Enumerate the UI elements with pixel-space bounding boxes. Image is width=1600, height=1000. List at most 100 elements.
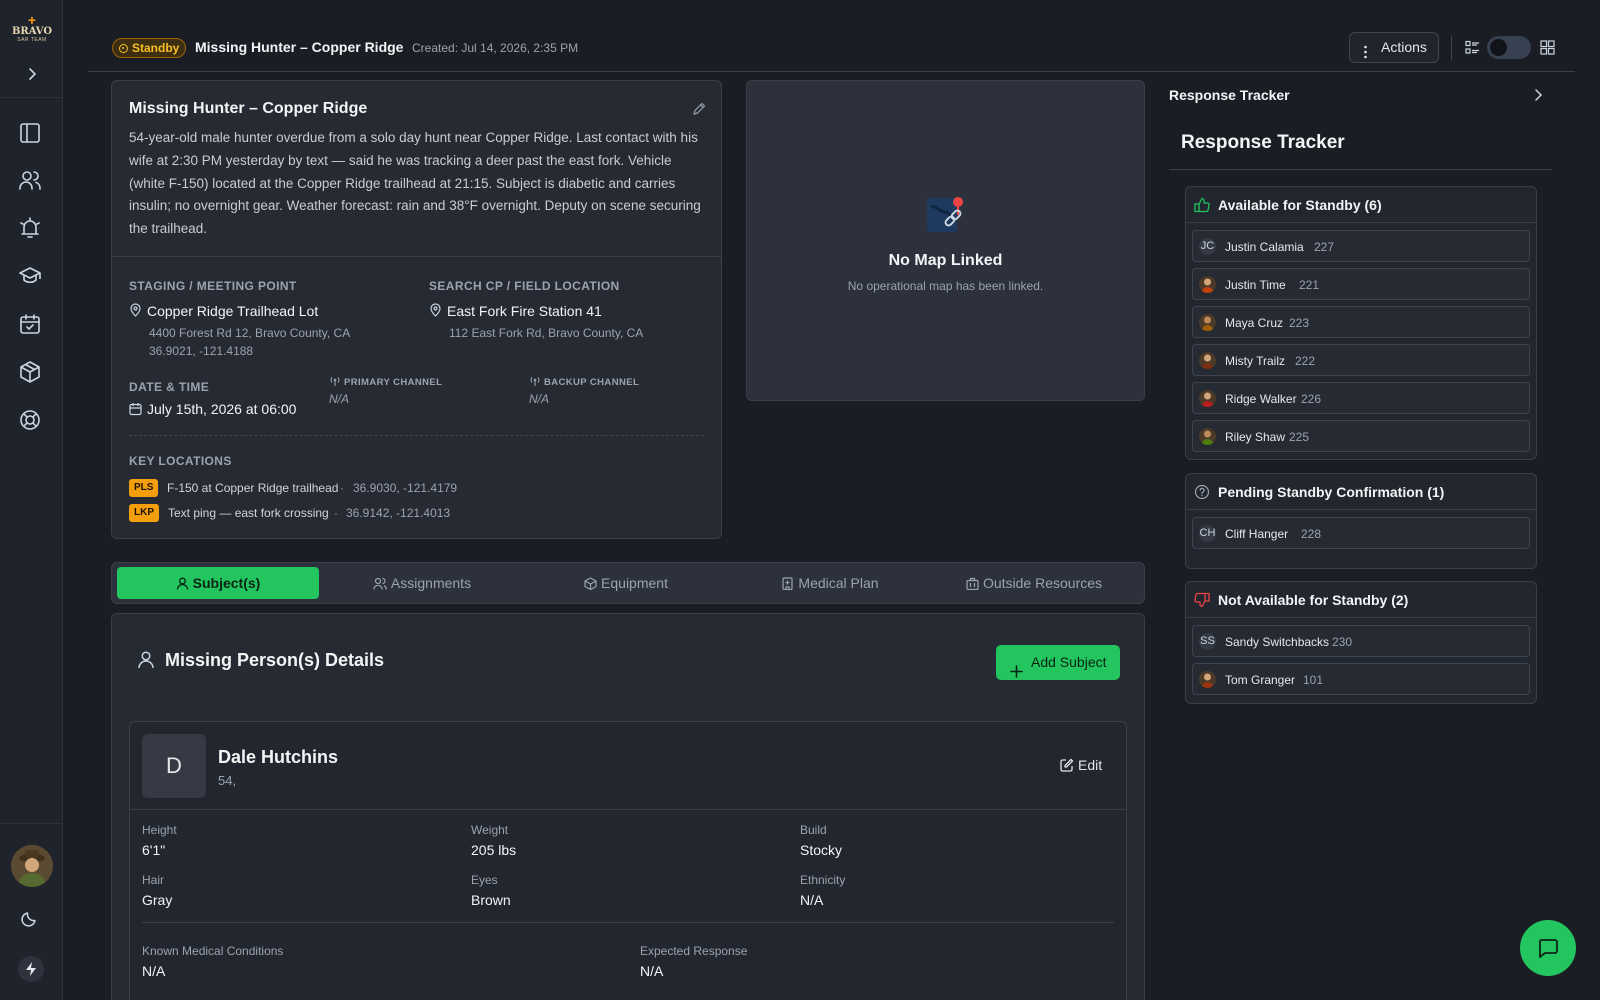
edit-subject-button[interactable]: Edit <box>1060 757 1102 773</box>
field-label: Ethnicity <box>800 873 846 887</box>
field-value: 205 lbs <box>471 842 517 858</box>
field-value: 6'1" <box>142 842 166 858</box>
primary-channel-value: N/A <box>329 392 350 406</box>
incident-card: Missing Hunter – Copper Ridge 54-year-ol… <box>111 80 722 539</box>
users-icon <box>373 569 387 601</box>
map-pin-icon <box>429 303 442 320</box>
responder-name: Justin Calamia <box>1225 240 1304 254</box>
responder-number: 228 <box>1301 527 1322 541</box>
tab-subjects[interactable]: Subject(s) <box>117 567 319 599</box>
plus-icon <box>1010 656 1023 691</box>
field-label: Eyes <box>471 873 498 887</box>
moon-icon[interactable] <box>20 908 44 932</box>
responder-row[interactable]: Misty Trailz 222 <box>1192 344 1530 376</box>
radio-icon <box>529 375 541 390</box>
backup-channel-value: N/A <box>529 392 550 406</box>
user-avatar[interactable] <box>11 845 53 887</box>
responder-row[interactable]: Tom Granger 101 <box>1192 663 1530 695</box>
group-title: Not Available for Standby (2) <box>1218 592 1409 608</box>
chevron-right-icon[interactable] <box>24 66 40 82</box>
tracker-title: Response Tracker <box>1181 132 1345 153</box>
status-badge: Standby <box>112 38 187 58</box>
team-logo[interactable]: + BRAVO SAR TEAM <box>11 13 53 50</box>
responder-row[interactable]: CH Cliff Hanger 228 <box>1192 517 1530 549</box>
alarm-icon[interactable] <box>18 216 42 240</box>
group-title: Available for Standby (6) <box>1218 197 1382 213</box>
edit-icon <box>1060 758 1074 775</box>
tab-equipment[interactable]: Equipment <box>525 567 727 599</box>
location-text: F-150 at Copper Ridge trailhead <box>167 481 339 495</box>
field-label: Known Medical Conditions <box>142 944 284 958</box>
package-icon <box>584 569 597 601</box>
subject-age: 54, <box>218 773 237 788</box>
kebab-icon <box>1364 40 1367 59</box>
add-subject-button[interactable]: Add Subject <box>996 645 1120 680</box>
sidebar-toggle-icon[interactable] <box>18 121 42 145</box>
group-available: Available for Standby (6) JC Justin Cala… <box>1185 186 1537 460</box>
search-cp-address: 112 East Fork Rd, Bravo County, CA <box>449 326 644 340</box>
location-tag: LKP <box>129 504 159 522</box>
staging-address: 4400 Forest Rd 12, Bravo County, CA <box>149 326 351 340</box>
chevron-right-icon[interactable] <box>1532 88 1544 105</box>
tab-outside-resources[interactable]: Outside Resources <box>933 567 1135 599</box>
responder-number: 225 <box>1289 430 1310 444</box>
package-icon[interactable] <box>18 360 42 384</box>
datetime-value: July 15th, 2026 at 06:00 <box>147 401 297 417</box>
responder-row[interactable]: Ridge Walker 226 <box>1192 382 1530 414</box>
search-cp-name: East Fork Fire Station 41 <box>447 303 602 319</box>
responder-number: 221 <box>1299 278 1320 292</box>
responder-row[interactable]: Maya Cruz 223 <box>1192 306 1530 338</box>
responder-name: Justin Time <box>1225 278 1286 292</box>
detail-tabs: Subject(s) Assignments Equipment Medical… <box>111 562 1145 604</box>
responder-name: Misty Trailz <box>1225 354 1285 368</box>
responder-number: 230 <box>1332 635 1353 649</box>
responder-row[interactable]: JC Justin Calamia 227 <box>1192 230 1530 262</box>
map-card[interactable]: No Map Linked No operational map has bee… <box>746 80 1145 401</box>
hospital-icon <box>781 569 794 601</box>
subject-name: Dale Hutchins <box>218 747 339 767</box>
bolt-icon[interactable] <box>18 956 44 982</box>
responder-row[interactable]: Riley Shaw 225 <box>1192 420 1530 452</box>
primary-channel-label: PRIMARY CHANNEL <box>344 377 443 388</box>
view-toggle[interactable] <box>1487 36 1531 59</box>
responder-name: Cliff Hanger <box>1225 527 1289 541</box>
incident-title: Missing Hunter – Copper Ridge <box>129 100 368 117</box>
tab-medical-plan[interactable]: Medical Plan <box>729 567 931 599</box>
staging-label: STAGING / MEETING POINT <box>129 279 297 293</box>
staging-coords: 36.9021, -121.4188 <box>149 344 254 358</box>
actions-button[interactable]: Actions <box>1349 32 1439 63</box>
section-title: Missing Person(s) Details <box>165 650 385 670</box>
location-coords: 36.9142, -121.4013 <box>346 506 451 520</box>
sidebar: + BRAVO SAR TEAM <box>0 0 63 1000</box>
thumbs-up-icon <box>1194 197 1210 216</box>
responder-name: Tom Granger <box>1225 673 1296 687</box>
responder-avatar <box>1199 671 1216 688</box>
grid-view-icon[interactable] <box>1540 40 1555 58</box>
tab-assignments[interactable]: Assignments <box>321 567 523 599</box>
chat-button[interactable] <box>1520 920 1576 976</box>
responder-avatar: JC <box>1199 238 1216 255</box>
backup-channel-label: BACKUP CHANNEL <box>544 377 640 388</box>
responder-name: Riley Shaw <box>1225 430 1286 444</box>
map-empty-title: No Map Linked <box>888 252 1003 269</box>
lifebuoy-icon[interactable] <box>18 408 42 432</box>
field-label: Hair <box>142 873 165 887</box>
training-icon[interactable] <box>18 264 42 288</box>
list-view-icon[interactable] <box>1465 40 1480 58</box>
responder-row[interactable]: SS Sandy Switchbacks 230 <box>1192 625 1530 657</box>
thumbs-down-icon <box>1194 592 1210 611</box>
responder-row[interactable]: Justin Time 221 <box>1192 268 1530 300</box>
incident-header: Standby Missing Hunter – Copper Ridge Cr… <box>88 22 1575 72</box>
responder-number: 227 <box>1314 240 1335 254</box>
calendar-icon <box>129 402 142 419</box>
users-icon[interactable] <box>18 168 42 192</box>
logo-text: BRAVO <box>11 26 53 37</box>
target-icon <box>119 44 128 53</box>
field-value: N/A <box>800 892 824 908</box>
pencil-icon[interactable] <box>692 102 706 119</box>
calendar-check-icon[interactable] <box>18 312 42 336</box>
responder-avatar <box>1199 352 1216 369</box>
map-empty-subtitle: No operational map has been linked. <box>847 279 1044 293</box>
group-title: Pending Standby Confirmation (1) <box>1218 484 1445 500</box>
subject-avatar: D <box>142 734 206 798</box>
